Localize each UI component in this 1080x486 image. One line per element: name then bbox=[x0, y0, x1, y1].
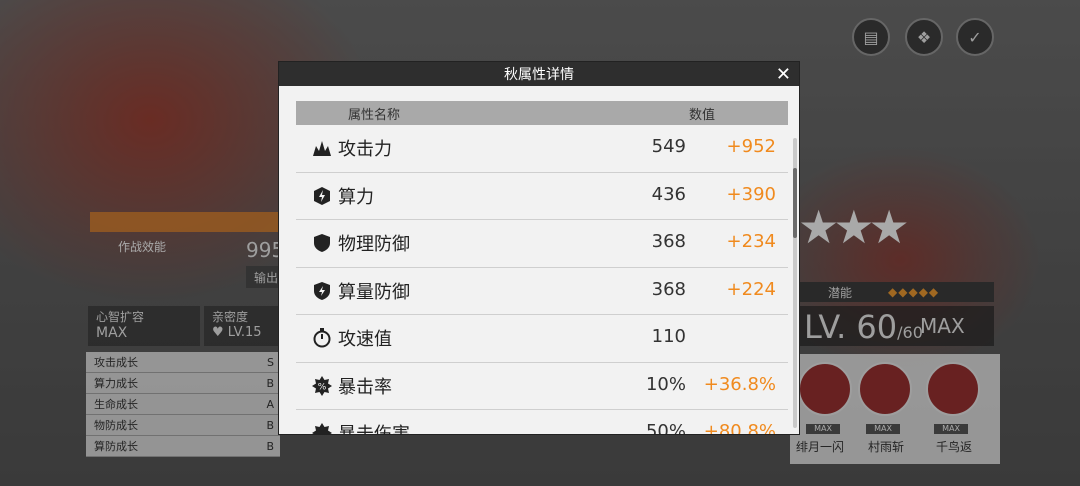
attribute-name: 攻速值 bbox=[338, 329, 392, 350]
attribute-base-value: 368 bbox=[651, 231, 686, 252]
attribute-details-modal: 秋属性详情 ✕ 属性名称 数值 攻击力 549 +952 算力 436 +390… bbox=[279, 62, 799, 434]
attribute-bonus-value: +234 bbox=[726, 231, 776, 252]
attribute-name: 攻击力 bbox=[338, 139, 392, 160]
attribute-row: 算量防御 368 +224 bbox=[296, 268, 788, 315]
compute-icon bbox=[314, 186, 330, 205]
attribute-base-value: 110 bbox=[651, 326, 686, 347]
attribute-list: 攻击力 549 +952 算力 436 +390 物理防御 368 +234 算… bbox=[296, 125, 788, 434]
attribute-base-value: 368 bbox=[651, 278, 686, 300]
attack-icon bbox=[313, 141, 331, 156]
table-header: 属性名称 数值 bbox=[296, 101, 788, 125]
attribute-bonus-value: +390 bbox=[726, 183, 776, 205]
attribute-name: 算量防御 bbox=[338, 281, 410, 303]
crit-damage-icon bbox=[312, 423, 332, 434]
attribute-bonus-value: +80.8% bbox=[703, 421, 776, 434]
attribute-base-value: 549 bbox=[651, 136, 686, 157]
column-header-name: 属性名称 bbox=[348, 108, 401, 123]
attribute-bonus-value: +36.8% bbox=[703, 373, 776, 395]
shield-icon bbox=[314, 234, 330, 252]
attribute-bonus-value: +224 bbox=[726, 278, 776, 300]
svg-text:%: % bbox=[318, 382, 327, 392]
attribute-row: % 暴击率 10% +36.8% bbox=[296, 363, 788, 410]
crit-rate-icon: % bbox=[312, 375, 332, 396]
attribute-bonus-value: +952 bbox=[726, 136, 776, 157]
attribute-row: 算力 436 +390 bbox=[296, 173, 788, 220]
attribute-row: 暴击伤害 50% +80.8% bbox=[296, 410, 788, 434]
modal-header: 秋属性详情 ✕ bbox=[279, 62, 799, 86]
attribute-row: 攻速值 110 bbox=[296, 315, 788, 363]
scrollbar-thumb[interactable] bbox=[793, 168, 797, 238]
attribute-base-value: 50% bbox=[645, 421, 686, 434]
attribute-name: 暴击率 bbox=[338, 376, 392, 398]
attribute-name: 暴击伤害 bbox=[338, 420, 410, 434]
scrollbar[interactable] bbox=[793, 138, 797, 428]
attribute-row: 物理防御 368 +234 bbox=[296, 220, 788, 268]
attribute-name: 物理防御 bbox=[338, 234, 410, 255]
attribute-name: 算力 bbox=[338, 186, 374, 208]
close-icon[interactable]: ✕ bbox=[776, 62, 791, 86]
attribute-base-value: 436 bbox=[651, 183, 686, 205]
attribute-base-value: 10% bbox=[645, 373, 686, 395]
modal-title: 秋属性详情 bbox=[504, 67, 574, 83]
column-header-value: 数值 bbox=[689, 108, 716, 123]
stopwatch-icon bbox=[313, 328, 331, 348]
attribute-row: 攻击力 549 +952 bbox=[296, 125, 788, 173]
compute-shield-icon bbox=[314, 281, 330, 300]
